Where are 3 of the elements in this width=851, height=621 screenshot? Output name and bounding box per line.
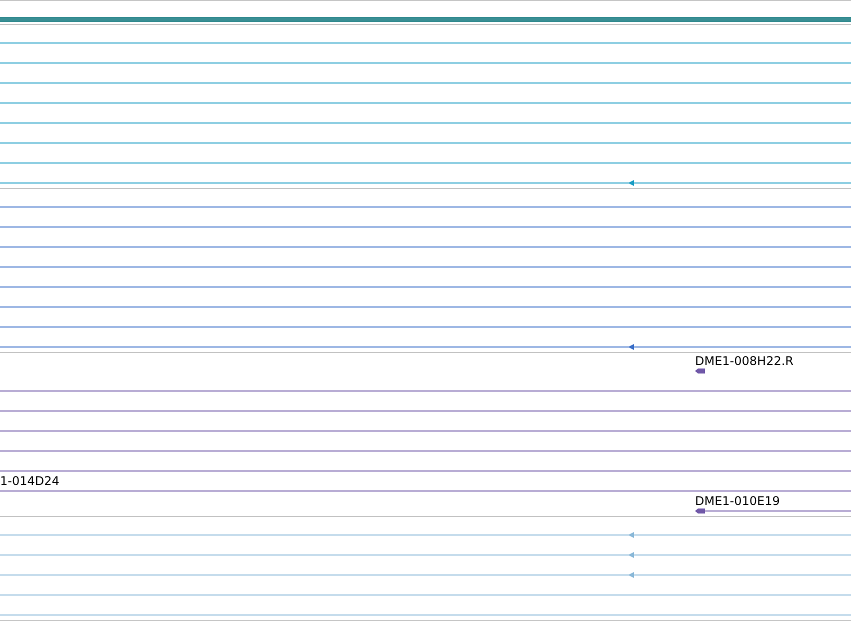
feature-label: DME1-010E19	[695, 494, 780, 508]
feature-label: 1-014D24	[0, 474, 60, 488]
feature-label: DME1-008H22.R	[695, 354, 794, 368]
